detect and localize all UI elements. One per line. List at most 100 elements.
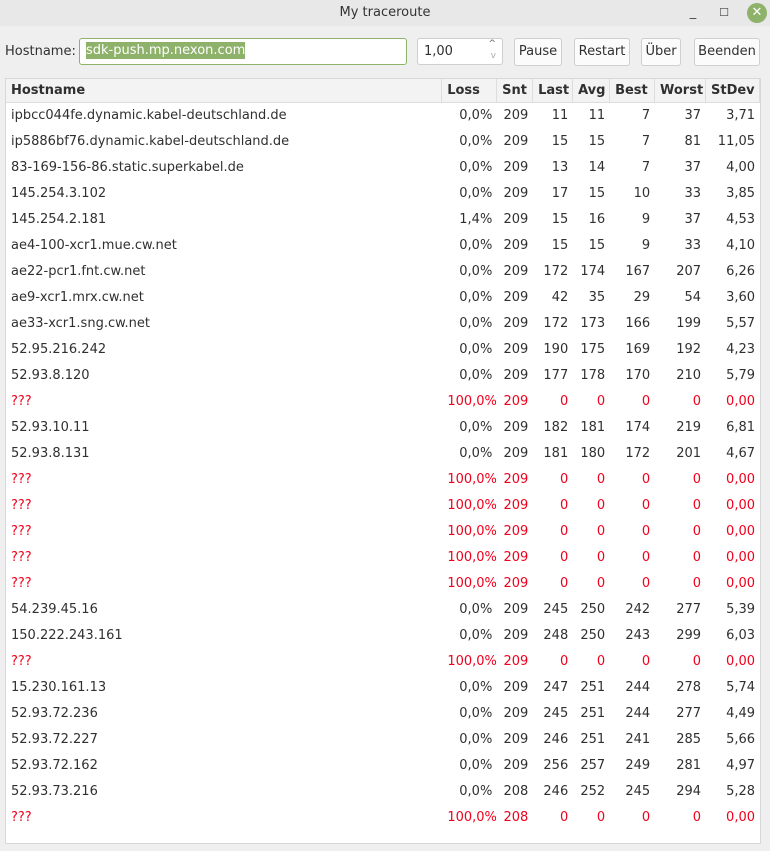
table-row[interactable]: 52.95.216.242 0,0% 209 190 175 169 192 4,23	[6, 337, 760, 363]
table-row[interactable]: 52.93.8.131 0,0% 209 181 180 172 201 4,67	[6, 441, 760, 467]
table-row[interactable]: 83-169-156-86.static.superkabel.de 0,0% 20…	[6, 155, 760, 181]
minimize-icon[interactable]: _	[683, 3, 703, 23]
table-row[interactable]: ip5886bf76.dynamic.kabel-deutschland.de 0…	[6, 129, 760, 155]
column-header-loss[interactable]: Loss	[442, 79, 498, 102]
cell-avg: 0	[596, 654, 606, 669]
cell-worst: 81	[684, 134, 702, 149]
cell-worst: 33	[684, 238, 702, 253]
cell-snt: 209	[503, 212, 529, 227]
table-row[interactable]: ae33-xcr1.sng.cw.net 0,0% 209 172 173 166 199 5…	[6, 311, 760, 337]
cell-worst: 37	[684, 108, 702, 123]
cell-loss: 0,0%	[459, 732, 493, 747]
about-button[interactable]: Über	[641, 38, 681, 66]
table-row[interactable]: 52.93.72.162 0,0% 209 256 257 249 281 4,97	[6, 753, 760, 779]
interval-spinbox[interactable]: 1,00 ^ v	[417, 38, 503, 65]
table-body: ipbcc044fe.dynamic.kabel-deutschland.de 0…	[6, 103, 760, 831]
cell-best: 169	[625, 342, 651, 357]
cell-loss: 0,0%	[459, 602, 493, 617]
quit-button[interactable]: Beenden	[694, 38, 760, 66]
cell-hostname: ???	[11, 550, 32, 565]
table-row[interactable]: 15.230.161.13 0,0% 209 247 251 244 278 5,74	[6, 675, 760, 701]
cell-avg: 250	[580, 628, 606, 643]
column-header-snt[interactable]: Snt	[497, 79, 534, 102]
table-row[interactable]: 52.93.72.227 0,0% 209 246 251 241 285 5,66	[6, 727, 760, 753]
table-row[interactable]: ae4-100-xcr1.mue.cw.net 0,0% 209 15 15 9 33 4,1…	[6, 233, 760, 259]
table-row[interactable]: ??? 100,0% 209 0 0 0 0 0,00	[6, 519, 760, 545]
cell-hostname: ???	[11, 654, 32, 669]
cell-avg: 174	[580, 264, 606, 279]
hostname-label: Hostname:	[5, 44, 76, 59]
cell-last: 172	[543, 264, 569, 279]
cell-best: 0	[641, 524, 651, 539]
table-row[interactable]: 52.93.73.216 0,0% 208 246 252 245 294 5,28	[6, 779, 760, 805]
cell-snt: 209	[503, 420, 529, 435]
cell-last: 172	[543, 316, 569, 331]
cell-snt: 209	[503, 758, 529, 773]
cell-last: 246	[543, 784, 569, 799]
column-header-avg[interactable]: Avg	[573, 79, 611, 102]
cell-stdev: 5,79	[726, 368, 756, 383]
cell-avg: 180	[580, 446, 606, 461]
cell-stdev: 5,28	[726, 784, 756, 799]
cell-worst: 210	[676, 368, 702, 383]
cell-snt: 209	[503, 290, 529, 305]
results-table: Hostname Loss Snt Last Avg Best Worst StDev ipb…	[5, 78, 761, 844]
table-row[interactable]: 150.222.243.161 0,0% 209 248 250 243 299 6,03	[6, 623, 760, 649]
cell-loss: 0,0%	[459, 160, 493, 175]
spin-down-icon[interactable]: v	[491, 51, 496, 61]
spin-up-icon[interactable]: ^	[488, 39, 496, 49]
column-header-worst[interactable]: Worst	[655, 79, 706, 102]
table-row[interactable]: ??? 100,0% 209 0 0 0 0 0,00	[6, 389, 760, 415]
table-row[interactable]: ??? 100,0% 209 0 0 0 0 0,00	[6, 571, 760, 597]
cell-stdev: 6,81	[726, 420, 756, 435]
cell-stdev: 0,00	[726, 810, 755, 825]
pause-button[interactable]: Pause	[514, 38, 562, 66]
table-row[interactable]: ipbcc044fe.dynamic.kabel-deutschland.de 0…	[6, 103, 760, 129]
cell-snt: 209	[503, 368, 529, 383]
cell-avg: 0	[596, 550, 606, 565]
cell-avg: 250	[580, 602, 606, 617]
maximize-icon[interactable]: ☐	[714, 3, 734, 23]
cell-last: 13	[551, 160, 569, 175]
cell-avg: 173	[580, 316, 606, 331]
cell-worst: 0	[692, 810, 702, 825]
cell-snt: 209	[503, 446, 529, 461]
cell-worst: 0	[692, 524, 702, 539]
cell-avg: 181	[580, 420, 606, 435]
cell-last: 245	[543, 602, 569, 617]
cell-stdev: 4,67	[726, 446, 756, 461]
cell-last: 256	[543, 758, 569, 773]
cell-best: 166	[625, 316, 651, 331]
column-header-stdev[interactable]: StDev	[706, 79, 760, 102]
cell-stdev: 3,71	[726, 108, 756, 123]
restart-button[interactable]: Restart	[574, 38, 630, 66]
table-row[interactable]: 52.93.10.11 0,0% 209 182 181 174 219 6,81	[6, 415, 760, 441]
cell-last: 0	[559, 394, 569, 409]
table-row[interactable]: ??? 100,0% 209 0 0 0 0 0,00	[6, 649, 760, 675]
table-row[interactable]: 52.93.8.120 0,0% 209 177 178 170 210 5,79	[6, 363, 760, 389]
cell-worst: 37	[684, 160, 702, 175]
cell-snt: 209	[503, 160, 529, 175]
cell-best: 249	[625, 758, 651, 773]
cell-avg: 15	[588, 186, 606, 201]
column-header-best[interactable]: Best	[610, 79, 655, 102]
table-row[interactable]: ??? 100,0% 209 0 0 0 0 0,00	[6, 545, 760, 571]
cell-avg: 16	[588, 212, 606, 227]
column-header-last[interactable]: Last	[533, 79, 574, 102]
table-row[interactable]: ae22-pcr1.fnt.cw.net 0,0% 209 172 174 167 207 6…	[6, 259, 760, 285]
table-row[interactable]: 145.254.3.102 0,0% 209 17 15 10 33 3,85	[6, 181, 760, 207]
cell-avg: 35	[588, 290, 606, 305]
table-row[interactable]: ??? 100,0% 208 0 0 0 0 0,00	[6, 805, 760, 831]
table-row[interactable]: 145.254.2.181 1,4% 209 15 16 9 37 4,53	[6, 207, 760, 233]
table-row[interactable]: ??? 100,0% 209 0 0 0 0 0,00	[6, 467, 760, 493]
table-row[interactable]: ae9-xcr1.mrx.cw.net 0,0% 209 42 35 29 54 3,60	[6, 285, 760, 311]
close-icon[interactable]: ✕	[747, 3, 767, 23]
table-row[interactable]: ??? 100,0% 209 0 0 0 0 0,00	[6, 493, 760, 519]
table-row[interactable]: 52.93.72.236 0,0% 209 245 251 244 277 4,49	[6, 701, 760, 727]
hostname-input[interactable]: sdk-push.mp.nexon.com	[79, 38, 407, 65]
table-row[interactable]: 54.239.45.16 0,0% 209 245 250 242 277 5,39	[6, 597, 760, 623]
cell-snt: 209	[503, 316, 529, 331]
column-header-hostname[interactable]: Hostname	[6, 79, 443, 102]
cell-hostname: ip5886bf76.dynamic.kabel-deutschland.de	[11, 134, 290, 149]
cell-last: 245	[543, 706, 569, 721]
